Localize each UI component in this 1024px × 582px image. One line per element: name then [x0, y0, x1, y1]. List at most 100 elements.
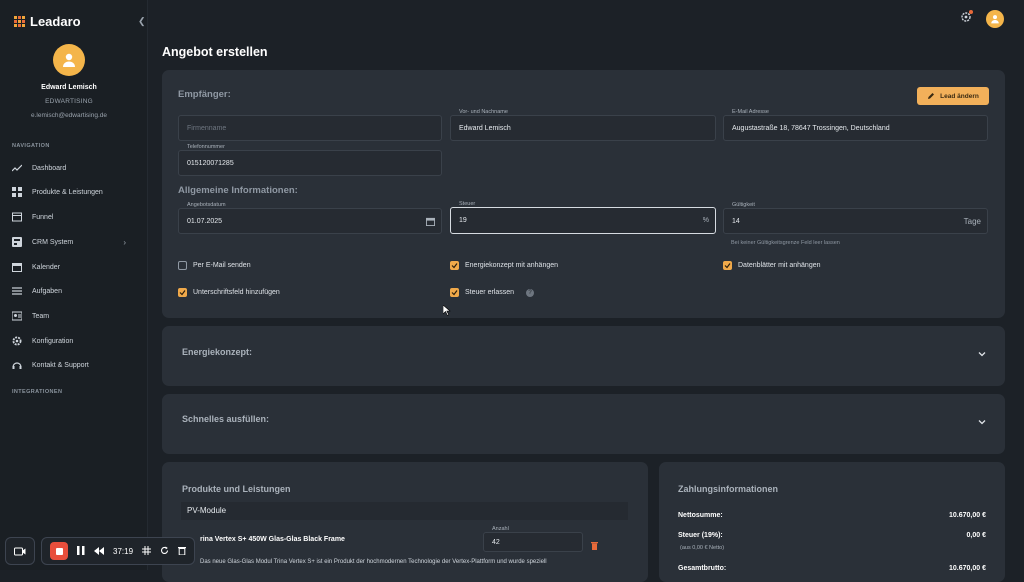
sidebar-item-support[interactable]: Kontakt & Support	[12, 356, 130, 374]
notification-icon[interactable]	[960, 9, 974, 28]
topbar-actions	[960, 9, 1004, 28]
recording-time: 37:19	[113, 546, 134, 556]
checkbox-label: Datenblätter mit anhängen	[738, 262, 821, 269]
checkbox-signature[interactable]: Unterschriftsfeld hinzufügen	[178, 288, 280, 297]
user-email: e.lemisch@edwartising.de	[31, 112, 107, 119]
checkbox-tax-waived[interactable]: Steuer erlassen ?	[450, 288, 535, 297]
chevron-down-icon[interactable]	[978, 350, 986, 359]
products-title: Produkte und Leistungen	[182, 484, 291, 494]
validity-value: 14	[732, 218, 740, 225]
checkbox-energy-concept[interactable]: Energiekonzept mit anhängen	[450, 261, 558, 270]
restart-icon[interactable]	[160, 542, 169, 560]
checkbox-label: Unterschriftsfeld hinzufügen	[193, 289, 280, 296]
product-description: Das neue Glas-Glas Modul Trina Vertex S+…	[200, 559, 547, 565]
energy-concept-title: Energiekonzept:	[182, 347, 253, 357]
app-logo[interactable]: Leadaro	[14, 14, 81, 29]
support-icon	[12, 360, 22, 370]
checkbox-send-email[interactable]: Per E-Mail senden	[178, 261, 251, 270]
product-item-name: rina Vertex S+ 450W Glas-Glas Black Fram…	[200, 536, 345, 543]
sidebar-item-label: Aufgaben	[32, 287, 62, 295]
change-lead-button[interactable]: Lead ändern	[917, 87, 989, 105]
sidebar-item-label: Konfiguration	[32, 337, 74, 345]
sidebar-item-configuration[interactable]: Konfiguration	[12, 332, 130, 350]
energy-concept-accordion[interactable]	[162, 326, 1005, 386]
quantity-label: Anzahl	[490, 526, 511, 532]
stop-recording-button[interactable]	[50, 542, 68, 560]
tax-row: Steuer (19%): 0,00 €	[678, 532, 986, 539]
gross-row: Gesamtbrutto: 10.670,00 €	[678, 565, 986, 572]
offer-date-value: 01.07.2025	[187, 218, 223, 225]
checkmark-icon[interactable]	[723, 261, 732, 270]
grid-icon	[12, 187, 22, 197]
avatar[interactable]	[986, 9, 1004, 28]
validity-field[interactable]: Gültigkeit 14 Tage	[723, 202, 988, 234]
email-value: Augustastraße 18, 78647 Trossingen, Deut…	[732, 125, 890, 132]
sidebar-item-funnel[interactable]: Funnel	[12, 208, 130, 226]
sidebar-item-products[interactable]: Produkte & Leistungen	[12, 183, 130, 201]
camera-button[interactable]	[5, 537, 35, 565]
sidebar-item-crm[interactable]: CRM System ›	[12, 233, 130, 251]
checkbox-datasheets[interactable]: Datenblätter mit anhängen	[723, 261, 821, 270]
checkmark-icon[interactable]	[178, 288, 187, 297]
offer-date-field[interactable]: Angebotsdatum 01.07.2025	[178, 202, 442, 234]
nav-heading: NAVIGATION	[12, 143, 50, 149]
chevron-down-icon[interactable]	[978, 418, 986, 427]
company-placeholder: Firmenname	[187, 125, 227, 132]
camera-icon	[14, 547, 26, 555]
sidebar-item-tasks[interactable]: Aufgaben	[12, 282, 130, 300]
calendar-icon[interactable]	[426, 217, 435, 228]
quickfill-accordion[interactable]	[162, 394, 1005, 454]
company-field[interactable]: Firmenname	[178, 115, 442, 141]
name-field[interactable]: Vor- und Nachname Edward Lemisch	[450, 109, 716, 141]
tax-field[interactable]: Steuer 19 %	[450, 201, 716, 234]
help-icon[interactable]: ?	[526, 288, 535, 297]
screen-recorder: 37:19	[5, 536, 196, 566]
checkmark-icon[interactable]	[450, 261, 459, 270]
phone-field[interactable]: Telefonnummer 015120071285	[178, 144, 442, 176]
trash-icon[interactable]	[178, 542, 187, 560]
page-title: Angebot erstellen	[162, 45, 268, 59]
sidebar-item-label: Funnel	[32, 213, 54, 221]
email-field[interactable]: E-Mail Adresse Augustastraße 18, 78647 T…	[723, 109, 988, 141]
email-label: E-Mail Adresse	[730, 109, 771, 115]
sidebar-item-label: Produkte & Leistungen	[32, 188, 103, 196]
chevron-right-icon: ›	[123, 237, 126, 247]
payment-card	[659, 462, 1005, 582]
phone-value: 015120071285	[187, 160, 234, 167]
quantity-field[interactable]: Anzahl 42	[483, 526, 583, 552]
checkbox-unchecked[interactable]	[178, 261, 187, 270]
sidebar-item-dashboard[interactable]: Dashboard	[12, 159, 130, 177]
integrations-heading: INTEGRATIONEN	[12, 389, 63, 395]
checkmark-icon[interactable]	[450, 288, 459, 297]
trash-icon[interactable]	[591, 537, 598, 555]
sidebar-item-label: Team	[32, 312, 50, 320]
avatar[interactable]	[53, 44, 85, 76]
rewind-icon[interactable]	[94, 542, 104, 560]
chevron-left-icon[interactable]: ❮	[138, 16, 146, 27]
pause-icon[interactable]	[77, 542, 85, 560]
change-lead-label: Lead ändern	[940, 92, 979, 100]
net-label: Nettosumme:	[678, 512, 723, 519]
logo-icon	[14, 15, 25, 28]
gross-value: 10.670,00 €	[949, 565, 986, 572]
tax-label: Steuer (19%):	[678, 532, 723, 539]
tax-value: 19	[459, 217, 467, 224]
checkbox-label: Steuer erlassen	[465, 289, 515, 296]
app-name: Leadaro	[30, 14, 81, 29]
sidebar-item-label: Kontakt & Support	[32, 361, 89, 369]
gear-icon	[12, 336, 22, 346]
pencil-icon	[928, 93, 935, 99]
list-icon	[12, 286, 22, 296]
grid-icon[interactable]	[142, 542, 152, 560]
recorder-controls: 37:19	[41, 537, 196, 565]
product-category[interactable]: PV-Module	[181, 502, 628, 520]
general-title: Allgemeine Informationen:	[178, 185, 298, 196]
user-name: Edward Lemisch	[41, 84, 97, 91]
sidebar-item-label: Kalender	[32, 263, 61, 271]
tax-suffix: %	[702, 217, 709, 224]
crm-icon	[12, 237, 22, 247]
sidebar-item-team[interactable]: Team	[12, 307, 130, 325]
gross-label: Gesamtbrutto:	[678, 565, 727, 572]
trend-icon	[12, 163, 22, 173]
sidebar-item-calendar[interactable]: Kalender	[12, 258, 130, 276]
